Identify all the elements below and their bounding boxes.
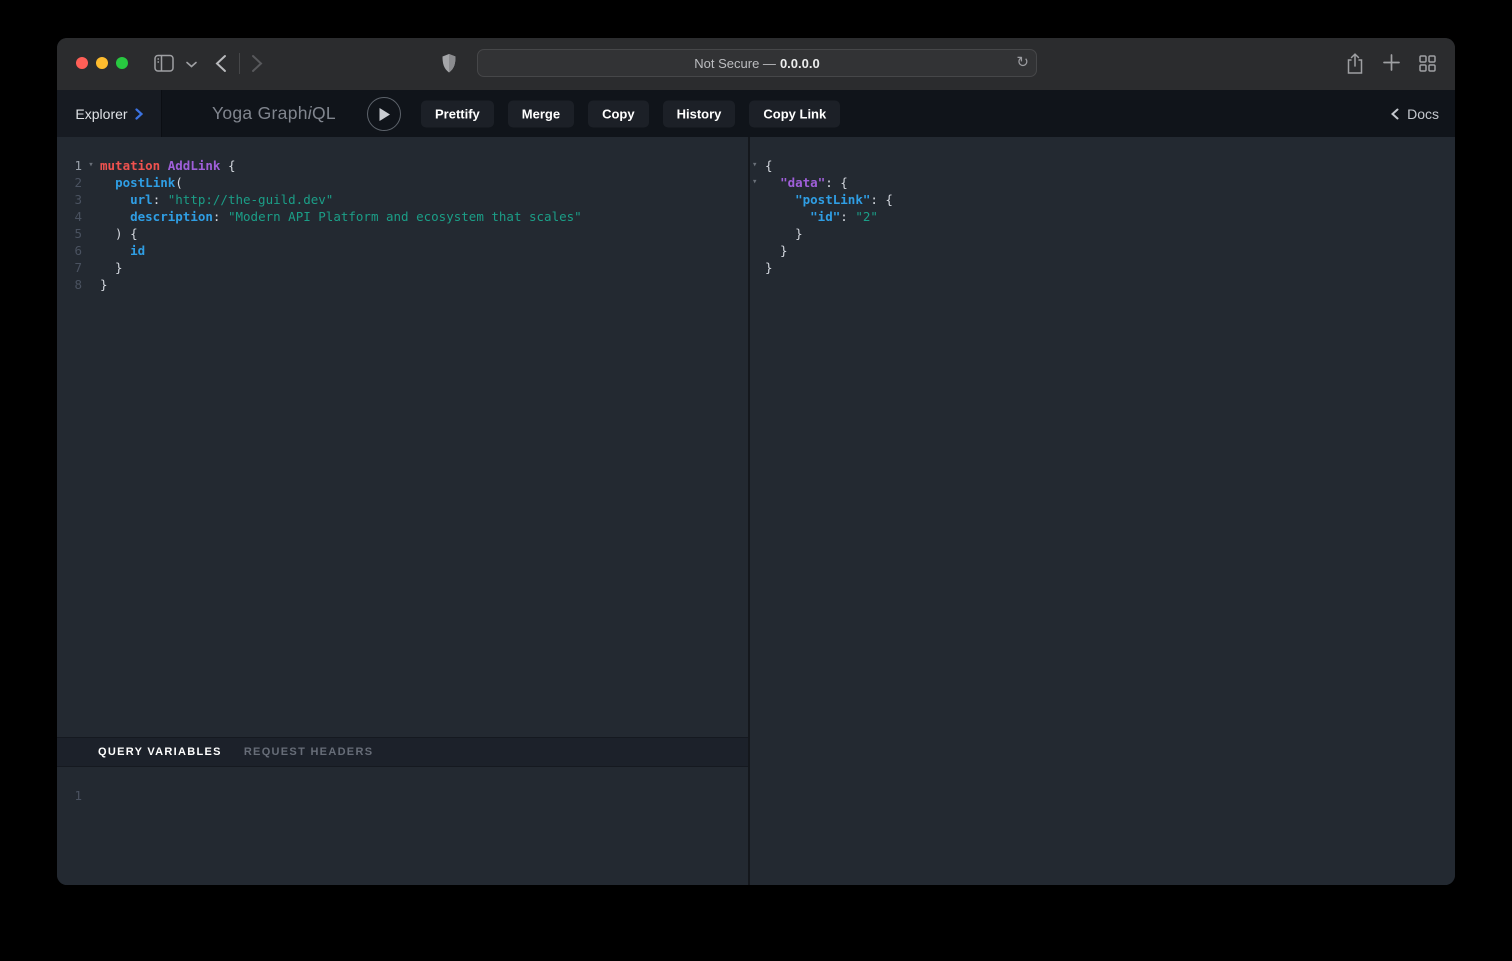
variables-line-number: 1: [57, 787, 82, 804]
fold-arrow-icon[interactable]: ▾: [82, 157, 100, 174]
code-line: 2 postLink(: [57, 174, 748, 191]
docs-toggle[interactable]: Docs: [1391, 90, 1439, 137]
execute-query-button[interactable]: [367, 97, 401, 131]
query-editor-lines: 1▾mutation AddLink {2 postLink(3 url: "h…: [57, 157, 748, 293]
minimize-window-button[interactable]: [96, 57, 108, 69]
code-text: {: [765, 157, 773, 174]
chevron-down-icon[interactable]: [186, 61, 197, 68]
code-line: 7 }: [57, 259, 748, 276]
code-line: }: [750, 259, 1455, 276]
tab-overview-icon[interactable]: [1419, 55, 1436, 72]
browser-chrome: Not Secure — 0.0.0.0 ↻: [57, 38, 1455, 90]
toolbar-buttons: Prettify Merge Copy History Copy Link: [421, 100, 840, 127]
code-text: }: [765, 225, 803, 242]
code-text: }: [765, 242, 788, 259]
forward-icon[interactable]: [251, 54, 263, 73]
graphiql-toolbar: Explorer Yoga GraphiQL Prettify Merge Copy…: [57, 90, 1455, 137]
line-number: 3: [57, 191, 82, 208]
fold-gutter: [750, 208, 765, 225]
code-line: ▾ "data": {: [750, 174, 1455, 191]
fold-gutter: [82, 225, 100, 242]
code-text: "data": {: [765, 174, 848, 191]
code-text: id: [100, 242, 145, 259]
play-icon: [378, 107, 391, 122]
variables-editor[interactable]: 1: [57, 767, 748, 885]
app-title: Yoga GraphiQL: [212, 90, 336, 137]
left-pane: 1▾mutation AddLink {2 postLink(3 url: "h…: [57, 137, 748, 885]
code-line: }: [750, 242, 1455, 259]
back-icon[interactable]: [215, 54, 227, 73]
tab-query-variables[interactable]: QUERY VARIABLES: [98, 746, 222, 758]
toolbar-button-prettify[interactable]: Prettify: [421, 100, 494, 127]
code-text: mutation AddLink {: [100, 157, 236, 174]
fold-gutter: [82, 259, 100, 276]
toolbar-button-merge[interactable]: Merge: [508, 100, 574, 127]
url-host: 0.0.0.0: [780, 56, 820, 71]
chrome-separator: [239, 53, 240, 74]
fold-gutter: [750, 259, 765, 276]
explorer-toggle[interactable]: Explorer: [57, 90, 162, 137]
tab-request-headers[interactable]: REQUEST HEADERS: [244, 746, 374, 758]
address-bar[interactable]: Not Secure — 0.0.0.0 ↻: [477, 49, 1037, 77]
fold-gutter: [82, 242, 100, 259]
fold-gutter: [750, 225, 765, 242]
code-text: }: [765, 259, 773, 276]
close-window-button[interactable]: [76, 57, 88, 69]
toolbar-button-copy[interactable]: Copy: [588, 100, 649, 127]
code-text: description: "Modern API Platform and ec…: [100, 208, 582, 225]
code-line: 8}: [57, 276, 748, 293]
code-line: 4 description: "Modern API Platform and …: [57, 208, 748, 225]
code-line: "id": "2": [750, 208, 1455, 225]
response-lines: ▾{▾ "data": { "postLink": { "id": "2" } …: [750, 157, 1455, 276]
explorer-label: Explorer: [75, 106, 127, 122]
toolbar-button-copy-link[interactable]: Copy Link: [749, 100, 840, 127]
fold-gutter: [750, 242, 765, 259]
code-text: ) {: [100, 225, 138, 242]
line-number: 8: [57, 276, 82, 293]
fold-gutter: [82, 191, 100, 208]
url-security-label: Not Secure —: [694, 56, 776, 71]
line-number: 5: [57, 225, 82, 242]
privacy-shield-icon[interactable]: [441, 53, 457, 74]
fold-gutter: [82, 208, 100, 225]
code-line: 1▾mutation AddLink {: [57, 157, 748, 174]
fold-gutter: [82, 174, 100, 191]
zoom-window-button[interactable]: [116, 57, 128, 69]
code-line: "postLink": {: [750, 191, 1455, 208]
browser-window: Not Secure — 0.0.0.0 ↻: [57, 38, 1455, 885]
chevron-left-icon: [1391, 108, 1399, 120]
code-text: url: "http://the-guild.dev": [100, 191, 333, 208]
variables-tab-bar: QUERY VARIABLES REQUEST HEADERS: [57, 737, 748, 767]
toolbar-button-history[interactable]: History: [663, 100, 736, 127]
query-editor[interactable]: 1▾mutation AddLink {2 postLink(3 url: "h…: [57, 137, 748, 737]
code-line: }: [750, 225, 1455, 242]
new-tab-icon[interactable]: [1383, 54, 1400, 71]
code-text: }: [100, 259, 123, 276]
code-line: 6 id: [57, 242, 748, 259]
fold-gutter: [82, 276, 100, 293]
main-area: 1▾mutation AddLink {2 postLink(3 url: "h…: [57, 137, 1455, 885]
docs-label: Docs: [1407, 106, 1439, 122]
code-text: }: [100, 276, 108, 293]
share-icon[interactable]: [1346, 53, 1364, 75]
line-number: 4: [57, 208, 82, 225]
response-viewer[interactable]: ▾{▾ "data": { "postLink": { "id": "2" } …: [750, 137, 1455, 885]
code-line: 3 url: "http://the-guild.dev": [57, 191, 748, 208]
line-number: 7: [57, 259, 82, 276]
code-text: "postLink": {: [765, 191, 893, 208]
fold-arrow-icon[interactable]: ▾: [750, 174, 765, 191]
code-text: "id": "2": [765, 208, 878, 225]
code-text: postLink(: [100, 174, 183, 191]
line-number: 6: [57, 242, 82, 259]
reload-icon[interactable]: ↻: [1016, 50, 1029, 76]
sidebar-toggle-icon[interactable]: [154, 54, 174, 73]
chevron-right-icon: [135, 108, 143, 120]
line-number: 2: [57, 174, 82, 191]
code-line: 5 ) {: [57, 225, 748, 242]
line-number: 1: [57, 157, 82, 174]
fold-gutter: [750, 191, 765, 208]
code-line: ▾{: [750, 157, 1455, 174]
fold-arrow-icon[interactable]: ▾: [750, 157, 765, 174]
